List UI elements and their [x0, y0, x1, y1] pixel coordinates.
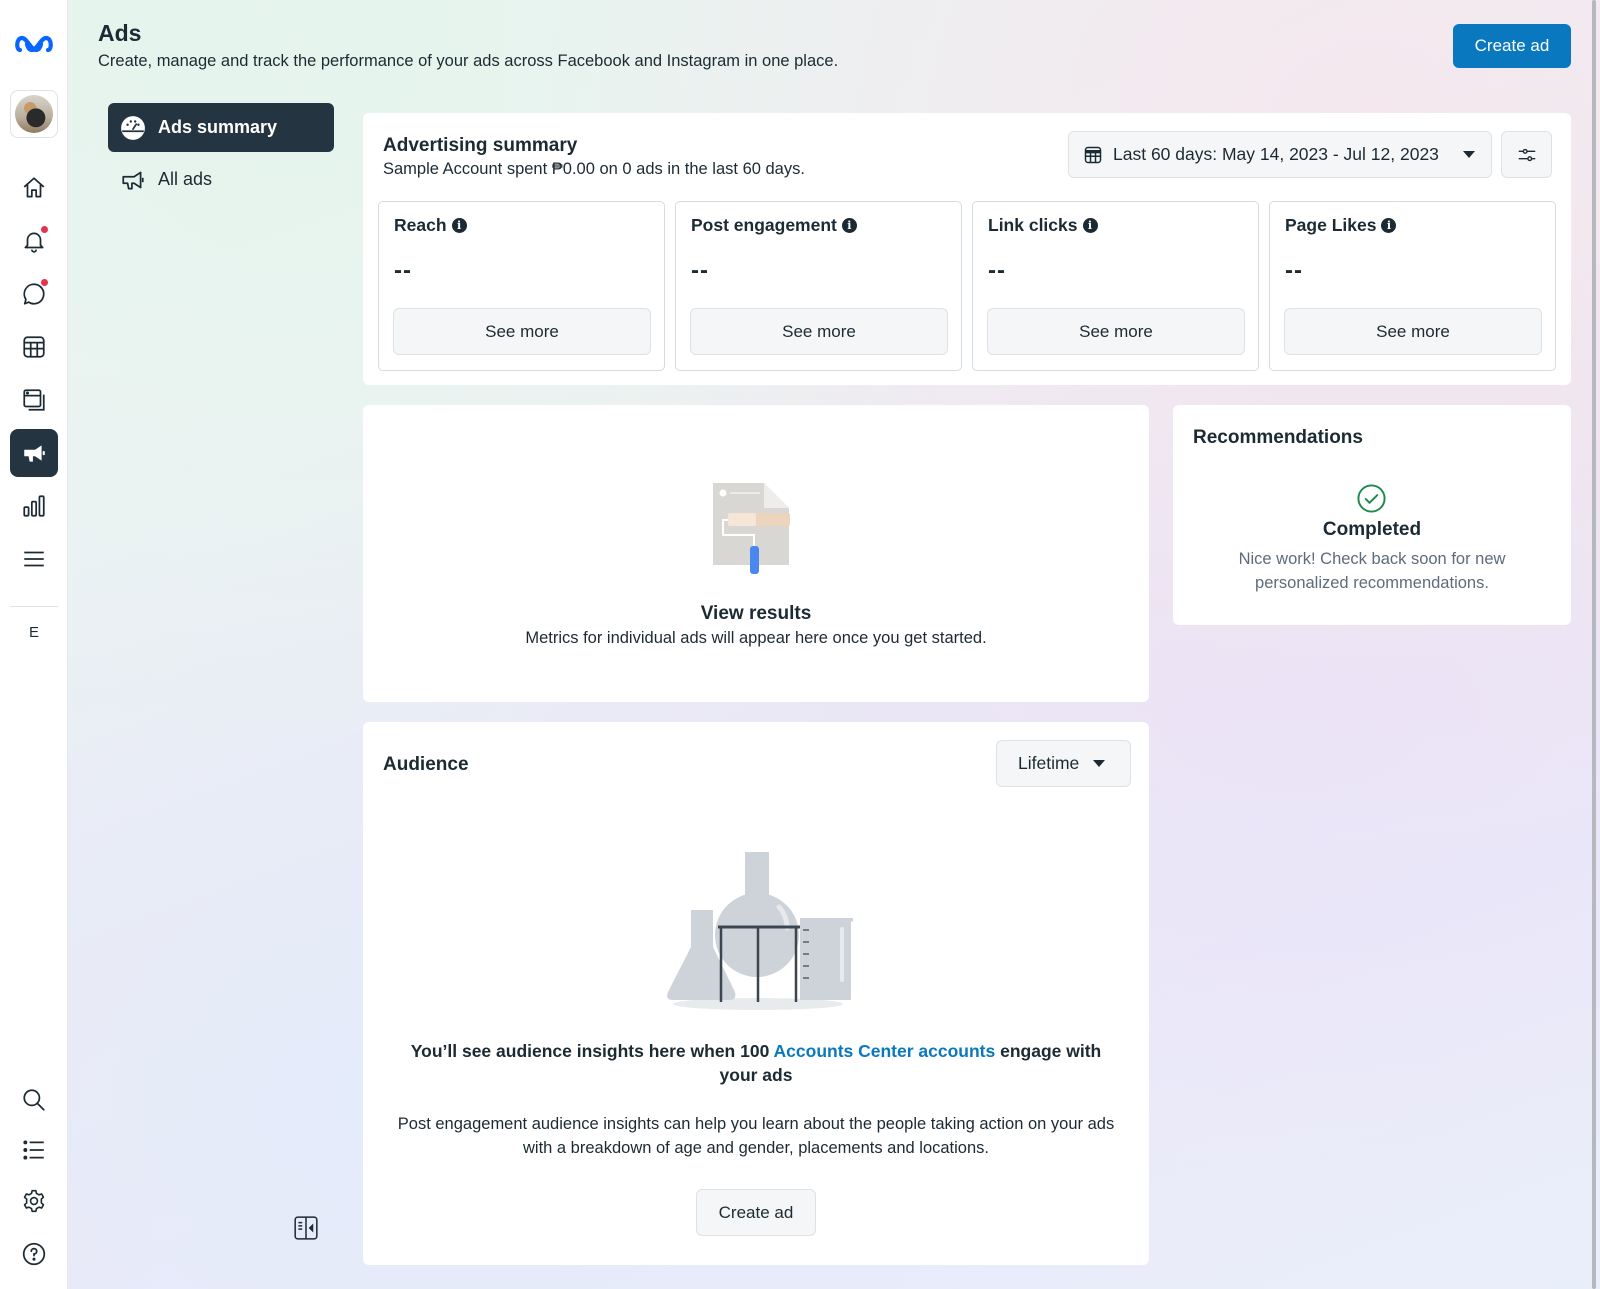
help-icon: [22, 1242, 46, 1266]
info-icon[interactable]: i: [1082, 218, 1098, 233]
search-icon: [23, 1089, 45, 1111]
collapse-panel-button[interactable]: [293, 1215, 319, 1241]
advertising-summary-card: Advertising summary Sample Account spent…: [363, 113, 1571, 385]
table-grid-icon: [23, 336, 45, 358]
rail-item-list[interactable]: [10, 1126, 58, 1174]
megaphone-outline-icon: [122, 171, 144, 190]
metric-value: --: [988, 257, 1006, 284]
page-scrollbar[interactable]: [1592, 0, 1596, 1289]
calendar-icon: [1084, 146, 1102, 163]
see-more-button[interactable]: See more: [1284, 308, 1542, 355]
rail-item-ads[interactable]: [10, 429, 58, 477]
info-icon[interactable]: i: [1381, 218, 1397, 233]
metric-value: --: [1285, 257, 1303, 284]
subnav-item-ads-summary[interactable]: Ads summary: [108, 103, 334, 152]
meta-logo[interactable]: [10, 20, 58, 68]
metric-label-text: Link clicks: [988, 215, 1078, 235]
rail-letter[interactable]: E: [10, 624, 58, 641]
summary-title: Advertising summary: [383, 135, 578, 156]
rail-item-content[interactable]: [10, 376, 58, 424]
page-subtitle: Create, manage and track the performance…: [98, 52, 839, 70]
gauge-icon: [121, 115, 145, 140]
rail-item-help[interactable]: [10, 1230, 58, 1278]
sidebar-collapse-icon: [294, 1216, 318, 1240]
rail-item-home[interactable]: [10, 164, 58, 212]
date-range-dropdown[interactable]: Last 60 days: May 14, 2023 - Jul 12, 202…: [1068, 131, 1492, 178]
accounts-center-link[interactable]: Accounts Center accounts: [774, 1041, 996, 1061]
gear-icon: [23, 1189, 45, 1213]
metric-label: Reach i: [394, 215, 467, 236]
metric-card-link-clicks: Link clicks i -- See more: [972, 201, 1259, 371]
recommendations-message: Nice work! Check back soon for new perso…: [1238, 550, 1506, 592]
audience-card: Audience Lifetime You’ll see audience in…: [363, 722, 1149, 1265]
metric-card-post-engagement: Post engagement i -- See more: [675, 201, 962, 371]
date-range-label: Last 60 days: May 14, 2023 - Jul 12, 202…: [1113, 144, 1439, 164]
check-circle-icon: [1357, 484, 1386, 513]
account-avatar[interactable]: [10, 90, 58, 138]
subnav-label: Ads summary: [158, 117, 278, 137]
left-rail: E: [0, 0, 68, 1289]
recommendations-card: Recommendations Completed Nice work! Che…: [1173, 405, 1571, 625]
metric-card-reach: Reach i -- See more: [378, 201, 665, 371]
posts-icon: [23, 389, 45, 411]
avatar-image: [15, 95, 53, 133]
message-badge: [41, 279, 48, 286]
rail-item-insights[interactable]: [10, 482, 58, 530]
headline-text: You’ll see audience insights here when 1…: [410, 1041, 774, 1061]
recommendations-title: Recommendations: [1193, 427, 1363, 448]
rail-item-messages[interactable]: [10, 270, 58, 318]
rail-item-settings[interactable]: [10, 1177, 58, 1225]
rail-item-notifications[interactable]: [10, 217, 58, 265]
audience-description: Post engagement audience insights can he…: [397, 1115, 1115, 1157]
menu-icon: [24, 551, 44, 567]
home-icon: [23, 177, 45, 198]
create-ad-button[interactable]: Create ad: [1453, 24, 1571, 68]
megaphone-icon: [24, 445, 45, 462]
metric-label-text: Page Likes: [1285, 215, 1377, 235]
metric-label: Link clicks i: [988, 215, 1098, 236]
rail-item-search[interactable]: [10, 1076, 58, 1124]
notification-badge: [41, 226, 48, 233]
see-more-button[interactable]: See more: [690, 308, 948, 355]
list-icon: [23, 1140, 44, 1160]
summary-subtitle: Sample Account spent ₱0.00 on 0 ads in t…: [383, 160, 805, 178]
audience-title: Audience: [383, 754, 469, 775]
sliders-icon: [1518, 148, 1535, 161]
caret-down-icon: [1462, 150, 1475, 158]
subnav-item-all-ads[interactable]: All ads: [108, 155, 334, 204]
filter-settings-button[interactable]: [1501, 131, 1552, 178]
metric-value: --: [691, 257, 709, 284]
bar-chart-icon: [23, 495, 45, 517]
caret-down-icon: [1093, 759, 1106, 767]
audience-period-dropdown[interactable]: Lifetime: [996, 740, 1131, 787]
see-more-button[interactable]: See more: [393, 308, 651, 355]
results-subtitle: Metrics for individual ads will appear h…: [525, 629, 987, 647]
rail-item-all-tools[interactable]: [10, 535, 58, 583]
see-more-button[interactable]: See more: [987, 308, 1245, 355]
metric-label-text: Reach: [394, 215, 447, 235]
lab-flasks-illustration: [667, 852, 853, 1010]
info-icon[interactable]: i: [451, 218, 467, 233]
view-results-card: View results Metrics for individual ads …: [363, 405, 1149, 702]
metric-label-text: Post engagement: [691, 215, 837, 235]
subnav-label: All ads: [158, 169, 213, 189]
metric-card-page-likes: Page Likes i -- See more: [1269, 201, 1556, 371]
audience-create-ad-button[interactable]: Create ad: [696, 1189, 816, 1236]
meta-logo-icon: [15, 35, 53, 53]
page-title: Ads: [98, 20, 142, 46]
rail-item-planner[interactable]: [10, 323, 58, 371]
metric-label: Post engagement i: [691, 215, 857, 236]
recommendations-status: Completed: [1322, 519, 1422, 540]
audience-headline: You’ll see audience insights here when 1…: [393, 1039, 1119, 1087]
period-label: Lifetime: [1018, 753, 1080, 773]
metric-value: --: [394, 257, 412, 284]
results-title: View results: [700, 603, 812, 624]
info-icon[interactable]: i: [841, 218, 857, 233]
metric-label: Page Likes i: [1285, 215, 1397, 236]
rail-divider: [10, 606, 58, 607]
paint-roller-illustration: [713, 483, 790, 574]
